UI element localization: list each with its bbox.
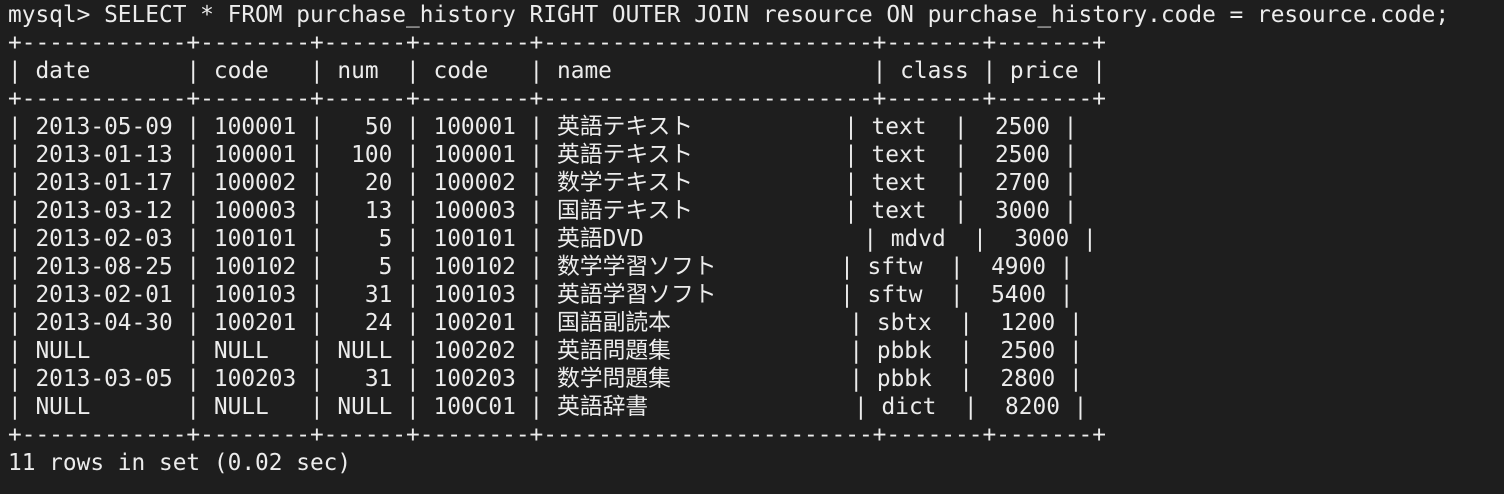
terminal-window[interactable]: mysql> SELECT * FROM purchase_history RI… — [0, 1, 1504, 494]
table-row: | 2013-02-01 | 100103 | 31 | 100103 | 英語… — [8, 282, 1074, 308]
table-row: | 2013-04-30 | 100201 | 24 | 100201 | 国語… — [8, 310, 1083, 336]
command-line: mysql> SELECT * FROM purchase_history RI… — [8, 1, 1504, 29]
table-row: | 2013-03-12 | 100003 | 13 | 100003 | 国語… — [8, 198, 1078, 224]
table-row: | 2013-02-03 | 100101 | 5 | 100101 | 英語D… — [8, 226, 1097, 252]
table-border-top: +------------+--------+------+--------+-… — [8, 30, 1106, 56]
table-row: | 2013-08-25 | 100102 | 5 | 100102 | 数学学… — [8, 254, 1074, 280]
table-row: | 2013-01-13 | 100001 | 100 | 100001 | 英… — [8, 142, 1078, 168]
mysql-prompt: mysql> — [8, 2, 105, 28]
table-border-header: +------------+--------+------+--------+-… — [8, 86, 1106, 112]
result-table: +------------+--------+------+--------+-… — [8, 29, 1504, 449]
table-row: | 2013-01-17 | 100002 | 20 | 100002 | 数学… — [8, 170, 1078, 196]
table-row: | NULL | NULL | NULL | 100C01 | 英語辞書 | d… — [8, 394, 1088, 420]
table-border-bottom: +------------+--------+------+--------+-… — [8, 422, 1106, 448]
table-header: | date | code | num | code | name | clas… — [8, 58, 1106, 84]
table-row: | NULL | NULL | NULL | 100202 | 英語問題集 | … — [8, 338, 1083, 364]
sql-command: SELECT * FROM purchase_history RIGHT OUT… — [104, 2, 1450, 28]
table-row: | 2013-03-05 | 100203 | 31 | 100203 | 数学… — [8, 366, 1083, 392]
result-summary: 11 rows in set (0.02 sec) — [8, 450, 352, 476]
table-row: | 2013-05-09 | 100001 | 50 | 100001 | 英語… — [8, 114, 1078, 140]
